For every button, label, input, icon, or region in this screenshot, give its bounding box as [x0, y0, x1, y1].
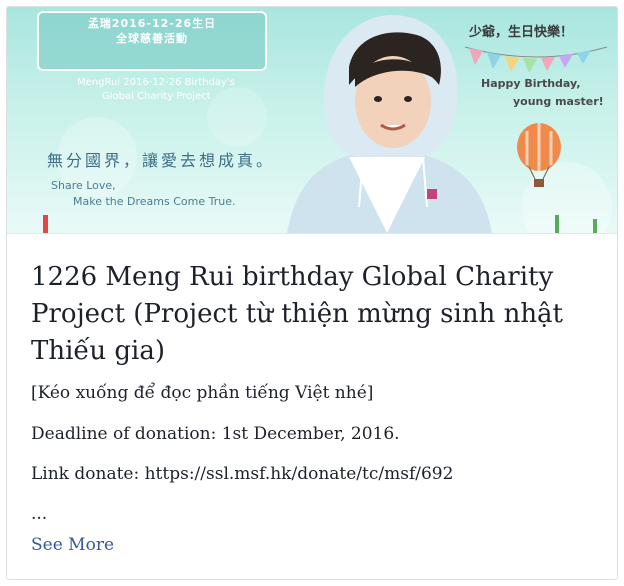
banner-happy-birthday: Happy Birthday, — [481, 77, 581, 90]
post-line-3: Link donate: https://ssl.msf.hk/donate/t… — [31, 464, 454, 484]
post-line-1: [Kéo xuống để đọc phần tiếng Việt nhé] — [31, 383, 374, 403]
banner-young-master: young master! — [513, 95, 604, 108]
banner-scroll-line3: MengRui 2016-12-26 Birthday's — [77, 77, 235, 88]
post-line-2: Deadline of donation: 1st December, 2016… — [31, 424, 400, 444]
banner-zh-greeting: 少爺，生日快樂！ — [469, 25, 574, 40]
banner-scroll-line4: Global Charity Project — [102, 91, 211, 102]
banner-share-love: Share Love, — [51, 179, 116, 192]
banner-make-dreams: Make the Dreams Come True. — [73, 195, 236, 208]
banner-scroll: 孟瑞2016-12-26生日 全球慈善活動 — [37, 11, 267, 71]
post-line-ellipsis: ... — [31, 504, 48, 524]
banner-scroll-line2: 全球慈善活動 — [116, 32, 188, 45]
see-more-link[interactable]: See More — [31, 535, 114, 555]
post-content: 1226 Meng Rui birthday Global Charity Pr… — [31, 247, 601, 555]
person-photo — [277, 7, 497, 233]
banner-scroll-line1: 孟瑞2016-12-26生日 — [87, 17, 217, 30]
banner-image[interactable]: 孟瑞2016-12-26生日 全球慈善活動 MengRui 2016-12-26… — [7, 7, 617, 234]
post-title[interactable]: 1226 Meng Rui birthday Global Charity Pr… — [31, 259, 601, 370]
post-card: 孟瑞2016-12-26生日 全球慈善活動 MengRui 2016-12-26… — [6, 6, 618, 580]
banner-zh-slogan: 無分國界，讓愛去想成真。 — [47, 151, 276, 170]
